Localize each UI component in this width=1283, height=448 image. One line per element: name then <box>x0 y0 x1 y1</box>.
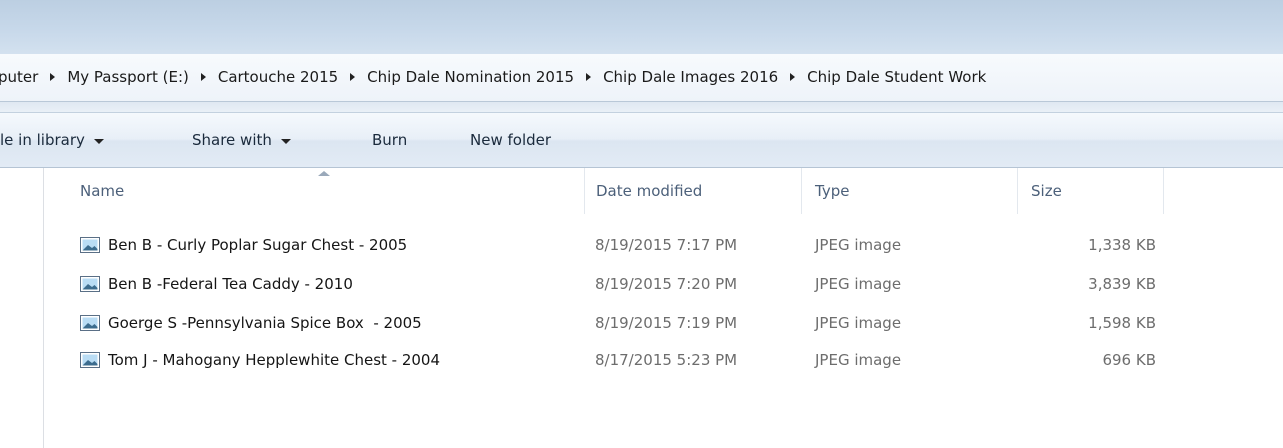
new-folder-label: New folder <box>470 131 552 149</box>
breadcrumb-separator-icon[interactable] <box>200 73 206 81</box>
column-divider[interactable] <box>1163 168 1164 214</box>
column-header-type-label: Type <box>815 182 850 200</box>
share-with-button[interactable]: Share with <box>192 113 291 167</box>
file-date: 8/19/2015 7:20 PM <box>595 275 738 293</box>
include-in-library-button[interactable]: le in library <box>0 113 104 167</box>
column-header-size[interactable]: Size <box>1031 168 1163 214</box>
breadcrumb-separator-icon[interactable] <box>50 73 56 81</box>
jpeg-image-icon <box>80 315 100 331</box>
file-name-cell: Goerge S -Pennsylvania Spice Box - 2005 <box>80 310 422 336</box>
file-size: 696 KB <box>1102 351 1156 369</box>
file-size: 1,598 KB <box>1088 314 1156 332</box>
file-type: JPEG image <box>815 351 902 369</box>
jpeg-image-icon <box>80 352 100 368</box>
breadcrumb-cartouche-2015[interactable]: Cartouche 2015 <box>216 68 340 86</box>
column-header-size-label: Size <box>1031 182 1062 200</box>
breadcrumb-separator-icon[interactable] <box>586 73 592 81</box>
column-divider[interactable] <box>1017 168 1018 214</box>
breadcrumb-separator-icon[interactable] <box>350 73 356 81</box>
file-name: Goerge S -Pennsylvania Spice Box - 2005 <box>108 314 422 332</box>
file-row[interactable]: Goerge S -Pennsylvania Spice Box - 2005 … <box>70 310 1160 336</box>
column-header-type[interactable]: Type <box>815 168 1017 214</box>
file-name-cell: Tom J - Mahogany Hepplewhite Chest - 200… <box>80 347 440 373</box>
breadcrumb-my-passport[interactable]: My Passport (E:) <box>65 68 191 86</box>
file-row[interactable]: Ben B - Curly Poplar Sugar Chest - 2005 … <box>70 232 1160 258</box>
file-type: JPEG image <box>815 275 902 293</box>
chevron-down-icon <box>280 138 291 144</box>
breadcrumb-separator-icon[interactable] <box>790 73 796 81</box>
file-name: Tom J - Mahogany Hepplewhite Chest - 200… <box>108 351 441 369</box>
window-title-bar <box>0 0 1283 55</box>
breadcrumb-chip-dale-nomination[interactable]: Chip Dale Nomination 2015 <box>365 68 576 86</box>
file-name-cell: Ben B - Curly Poplar Sugar Chest - 2005 <box>80 232 407 258</box>
file-size: 1,338 KB <box>1088 236 1156 254</box>
file-date: 8/19/2015 7:19 PM <box>595 314 738 332</box>
toolbar-separator <box>0 102 1283 113</box>
breadcrumb-chip-dale-student-work[interactable]: Chip Dale Student Work <box>805 68 988 86</box>
include-in-library-label: le in library <box>0 131 85 149</box>
command-toolbar: le in library Share with Burn New folder <box>0 113 1283 168</box>
jpeg-image-icon <box>80 237 100 253</box>
file-name: Ben B - Curly Poplar Sugar Chest - 2005 <box>108 236 408 254</box>
column-header-name-label: Name <box>80 182 125 200</box>
breadcrumb-computer[interactable]: puter <box>0 68 40 86</box>
file-type: JPEG image <box>815 236 902 254</box>
column-divider[interactable] <box>584 168 585 214</box>
jpeg-image-icon <box>80 276 100 292</box>
burn-label: Burn <box>372 131 408 149</box>
address-bar[interactable]: puter My Passport (E:) Cartouche 2015 Ch… <box>0 54 1283 102</box>
column-header-name[interactable]: Name <box>80 168 584 214</box>
new-folder-button[interactable]: New folder <box>470 113 551 167</box>
file-row[interactable]: Ben B -Federal Tea Caddy - 2010 8/19/201… <box>70 271 1160 297</box>
file-size: 3,839 KB <box>1088 275 1156 293</box>
file-date: 8/17/2015 5:23 PM <box>595 351 738 369</box>
column-divider[interactable] <box>801 168 802 214</box>
file-name-cell: Ben B -Federal Tea Caddy - 2010 <box>80 271 353 297</box>
file-type: JPEG image <box>815 314 902 332</box>
column-header-date-label: Date modified <box>596 182 703 200</box>
file-name: Ben B -Federal Tea Caddy - 2010 <box>108 275 353 293</box>
file-date: 8/19/2015 7:17 PM <box>595 236 738 254</box>
breadcrumb-chip-dale-images[interactable]: Chip Dale Images 2016 <box>601 68 780 86</box>
breadcrumb: puter My Passport (E:) Cartouche 2015 Ch… <box>0 54 988 100</box>
burn-button[interactable]: Burn <box>372 113 407 167</box>
column-header-date-modified[interactable]: Date modified <box>596 168 801 214</box>
chevron-down-icon <box>93 138 104 144</box>
share-with-label: Share with <box>192 131 272 149</box>
navigation-pane[interactable] <box>0 168 44 448</box>
file-row[interactable]: Tom J - Mahogany Hepplewhite Chest - 200… <box>70 347 1160 373</box>
